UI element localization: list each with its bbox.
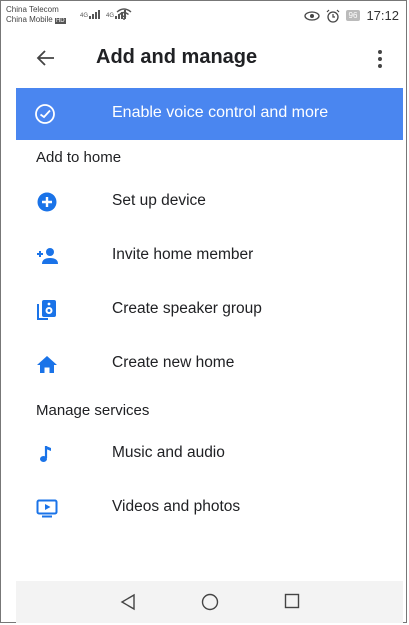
video-play-icon [36, 499, 58, 518]
section-title-manage-services: Manage services [36, 402, 150, 419]
check-circle-icon [35, 104, 55, 124]
item-label: Set up device [112, 192, 206, 209]
banner-label: Enable voice control and more [112, 104, 329, 121]
page-title: Add and manage [96, 46, 258, 68]
network-type-2: 4G [106, 13, 115, 19]
list-item-create-new-home[interactable]: Create new home [16, 342, 403, 386]
item-label: Music and audio [112, 444, 225, 461]
item-label: Videos and photos [112, 498, 241, 515]
speaker-icon [37, 300, 56, 320]
list-item-set-up-device[interactable]: Set up device [16, 180, 403, 224]
more-vert-icon[interactable] [377, 49, 383, 69]
list-item-invite-home-member[interactable]: Invite home member [16, 234, 403, 278]
carrier-2: China Mobile [6, 15, 53, 24]
app-bar: Add and manage [0, 38, 409, 82]
item-label: Create new home [112, 354, 235, 371]
network-type-1: 4G [80, 13, 89, 19]
arrow-left-icon[interactable] [36, 48, 56, 68]
square-recents-icon[interactable] [284, 593, 300, 609]
signal-bars-icon [89, 10, 101, 19]
triangle-back-icon[interactable] [120, 593, 136, 611]
item-label: Invite home member [112, 246, 254, 263]
item-label: Create speaker group [112, 300, 262, 317]
alarm-icon [326, 9, 339, 23]
carrier-info: China Telecom China Mobile HD [6, 5, 66, 26]
eye-icon [303, 10, 320, 21]
carrier-1: China Telecom [6, 5, 59, 14]
list-item-create-speaker-group[interactable]: Create speaker group [16, 288, 403, 332]
circle-home-icon[interactable] [201, 593, 219, 611]
enable-voice-banner[interactable]: Enable voice control and more [16, 88, 403, 140]
home-icon [37, 356, 57, 373]
status-time: 17:12 [366, 8, 399, 23]
section-title-add-to-home: Add to home [36, 149, 122, 166]
status-bar: China Telecom China Mobile HD 4G 4G 96 1… [0, 0, 409, 34]
system-nav-bar [16, 581, 403, 623]
hd-badge: HD [54, 18, 66, 24]
add-circle-icon [37, 192, 57, 212]
list-item-videos-and-photos[interactable]: Videos and photos [16, 486, 403, 530]
status-right: 96 17:12 [303, 8, 399, 23]
wifi-icon [116, 8, 132, 20]
music-note-icon [40, 446, 51, 462]
person-add-icon [37, 248, 58, 264]
battery-indicator: 96 [345, 10, 361, 21]
list-item-music-and-audio[interactable]: Music and audio [16, 432, 403, 476]
